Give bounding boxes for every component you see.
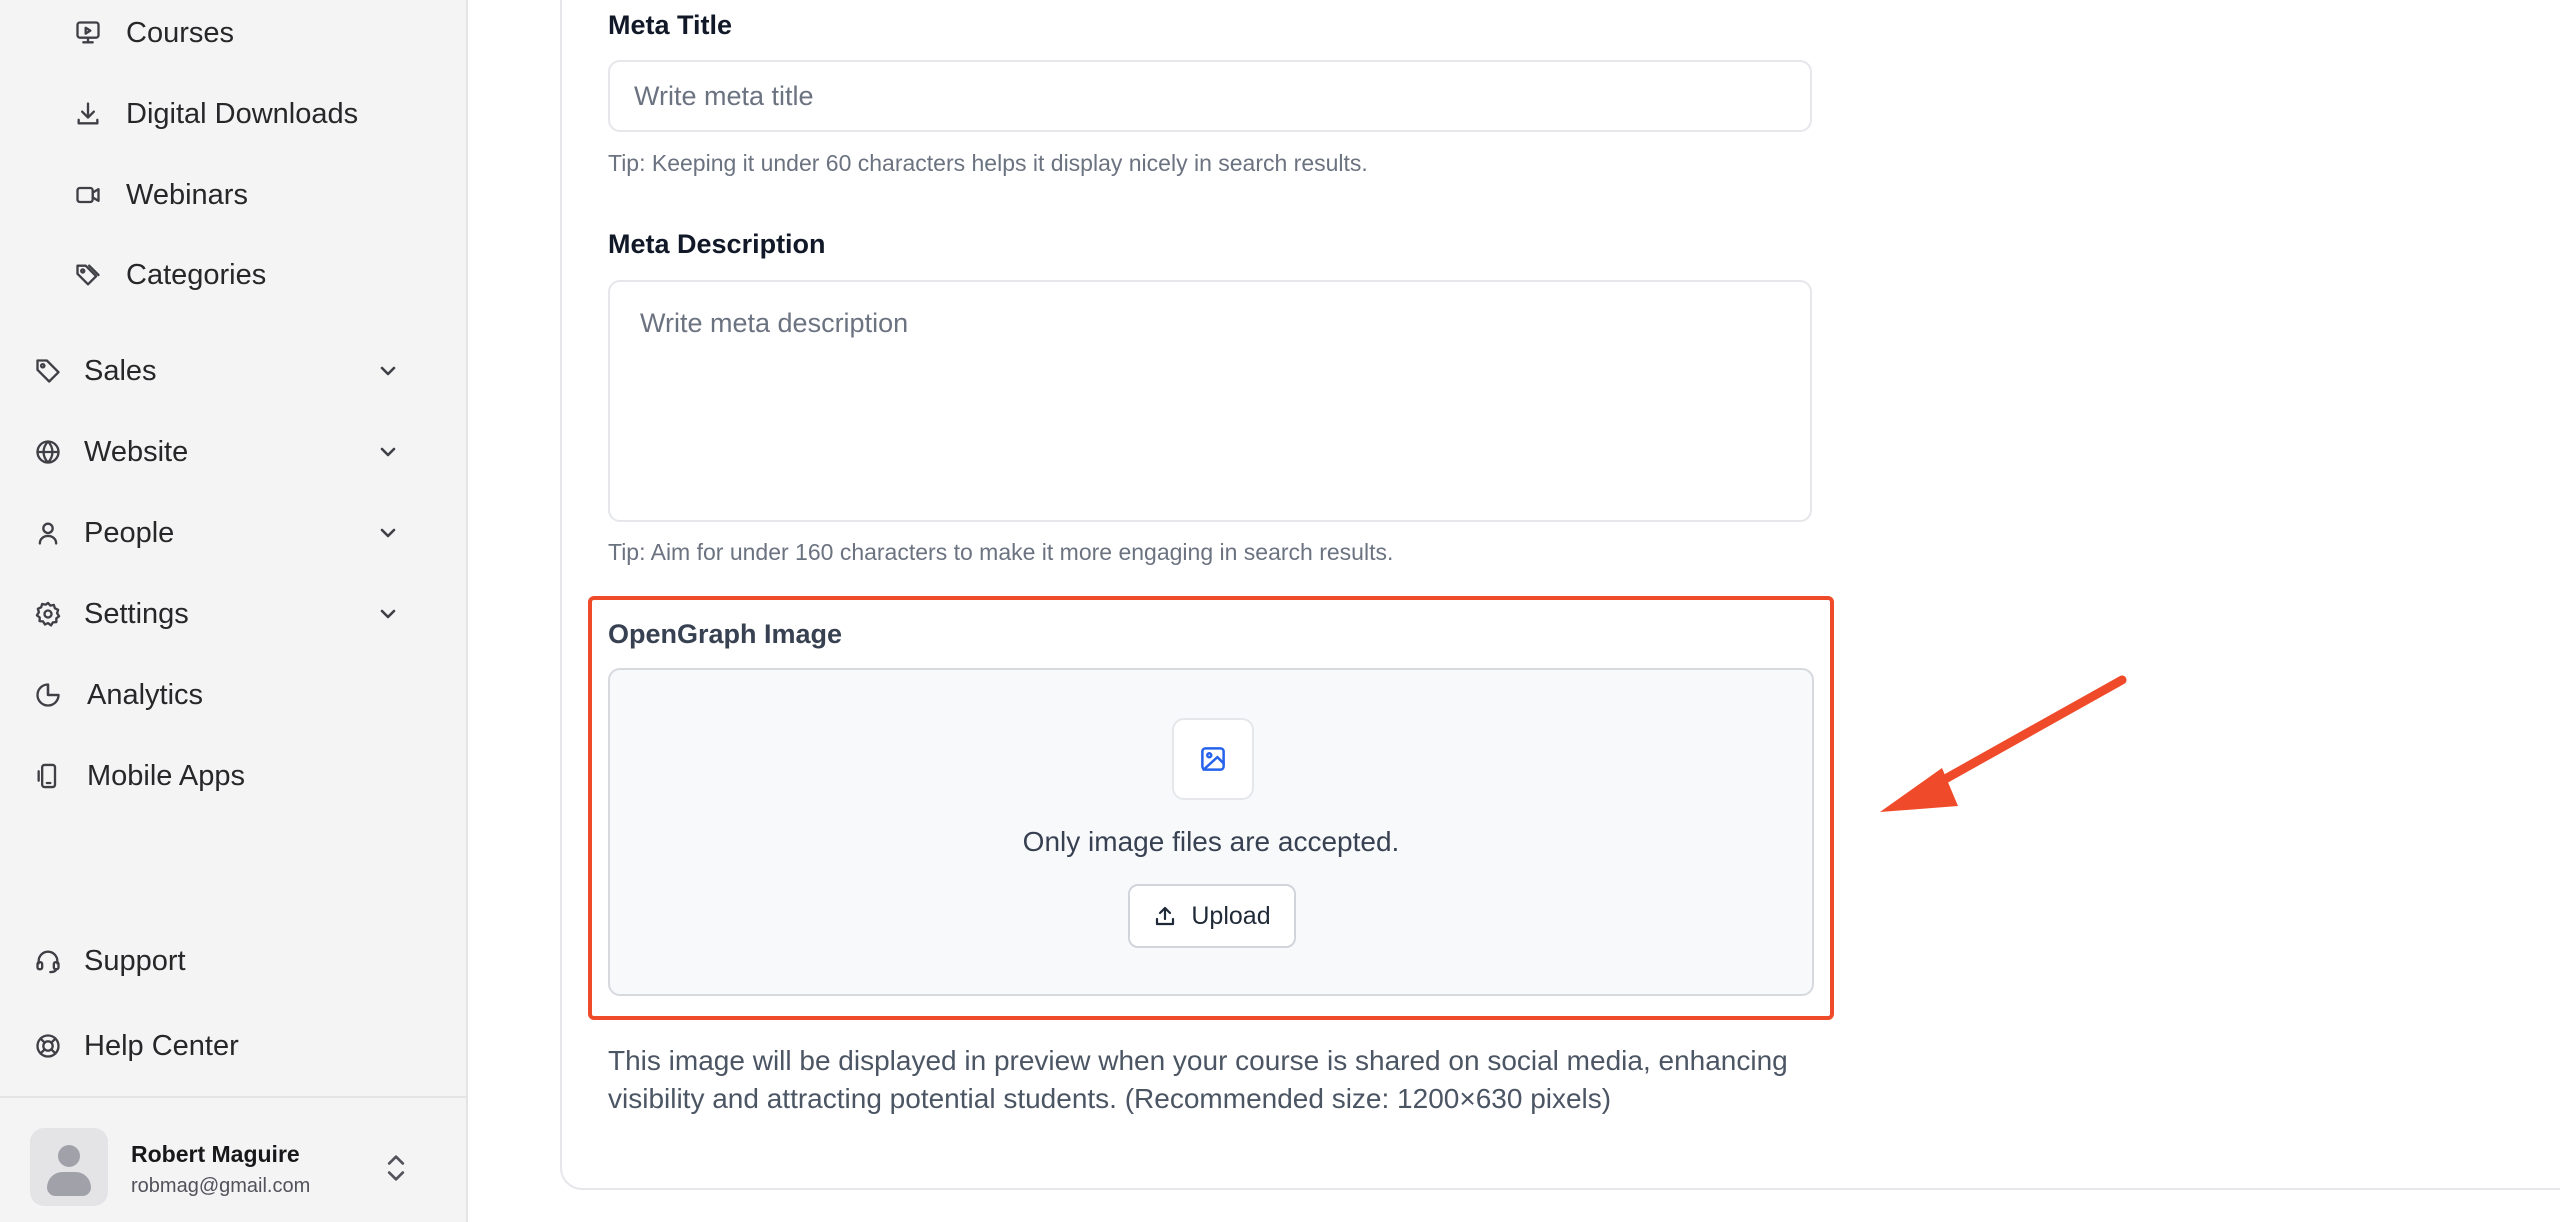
upload-button-label: Upload (1191, 901, 1271, 930)
sidebar-item-courses[interactable]: Courses (0, 3, 468, 63)
user-email: robmag@gmail.com (131, 1175, 311, 1197)
presentation-play-icon (72, 17, 104, 49)
sidebar-item-sales[interactable]: Sales (0, 341, 468, 401)
sidebar-item-label: Categories (126, 258, 267, 291)
chevron-down-icon[interactable] (372, 436, 404, 468)
sidebar-item-label: Sales (84, 354, 157, 387)
meta-title-tip: Tip: Keeping it under 60 characters help… (608, 150, 1368, 176)
meta-description-input[interactable] (608, 280, 1812, 522)
sidebar-item-settings[interactable]: Settings (0, 584, 468, 644)
chevron-down-icon[interactable] (372, 355, 404, 387)
user-icon (32, 517, 64, 549)
tag-icon (32, 355, 64, 387)
sidebar-item-webinars[interactable]: Webinars (0, 165, 468, 225)
upload-icon (1153, 904, 1177, 928)
tags-icon (72, 259, 104, 291)
download-icon (72, 98, 104, 130)
og-image-description: This image will be displayed in preview … (608, 1045, 1788, 1114)
sidebar-item-categories[interactable]: Categories (0, 245, 468, 305)
sidebar: Courses Digital Downloads Webinars Categ… (0, 0, 468, 1222)
sidebar-item-mobile-apps[interactable]: Mobile Apps (0, 746, 468, 806)
sidebar-item-digital-downloads[interactable]: Digital Downloads (0, 84, 468, 144)
sidebar-item-label: People (84, 516, 175, 549)
sidebar-item-analytics[interactable]: Analytics (0, 665, 468, 725)
og-image-dropzone[interactable]: Only image files are accepted. Upload (608, 668, 1814, 996)
sidebar-item-label: Help Center (84, 1029, 239, 1062)
meta-description-label: Meta Description (608, 229, 826, 259)
chevron-up-down-icon[interactable] (376, 1148, 416, 1188)
sidebar-item-label: Analytics (87, 678, 204, 711)
sidebar-item-help-center[interactable]: Help Center (0, 1016, 468, 1076)
chevron-down-icon[interactable] (372, 598, 404, 630)
globe-icon (32, 436, 64, 468)
avatar (30, 1128, 108, 1206)
sidebar-item-website[interactable]: Website (0, 422, 468, 482)
sidebar-divider (0, 1096, 468, 1098)
sidebar-item-label: Webinars (126, 178, 248, 211)
upload-button[interactable]: Upload (1128, 884, 1296, 948)
accepted-files-text: Only image files are accepted. (1022, 826, 1400, 857)
video-camera-icon (72, 179, 104, 211)
sidebar-item-label: Mobile Apps (87, 759, 245, 792)
lifebuoy-icon (32, 1030, 64, 1062)
sidebar-item-people[interactable]: People (0, 503, 468, 563)
sidebar-item-label: Settings (84, 597, 189, 630)
headset-icon (32, 945, 64, 977)
meta-title-input[interactable] (608, 60, 1812, 132)
sidebar-item-label: Website (84, 435, 189, 468)
sidebar-item-label: Courses (126, 16, 234, 49)
gear-icon (32, 598, 64, 630)
annotation-arrow-icon (1880, 675, 2127, 812)
og-image-label: OpenGraph Image (608, 619, 843, 649)
user-name: Robert Maguire (131, 1141, 300, 1167)
mobile-icon (32, 760, 64, 792)
meta-title-label: Meta Title (608, 10, 733, 40)
pie-chart-icon (32, 679, 64, 711)
sidebar-item-label: Digital Downloads (126, 97, 359, 130)
user-menu[interactable]: Robert Maguire robmag@gmail.com (30, 1128, 450, 1208)
chevron-down-icon[interactable] (372, 517, 404, 549)
sidebar-item-support[interactable]: Support (0, 931, 468, 991)
meta-description-tip: Tip: Aim for under 160 characters to mak… (608, 539, 1394, 565)
image-icon (1172, 718, 1254, 800)
sidebar-item-label: Support (84, 944, 186, 977)
